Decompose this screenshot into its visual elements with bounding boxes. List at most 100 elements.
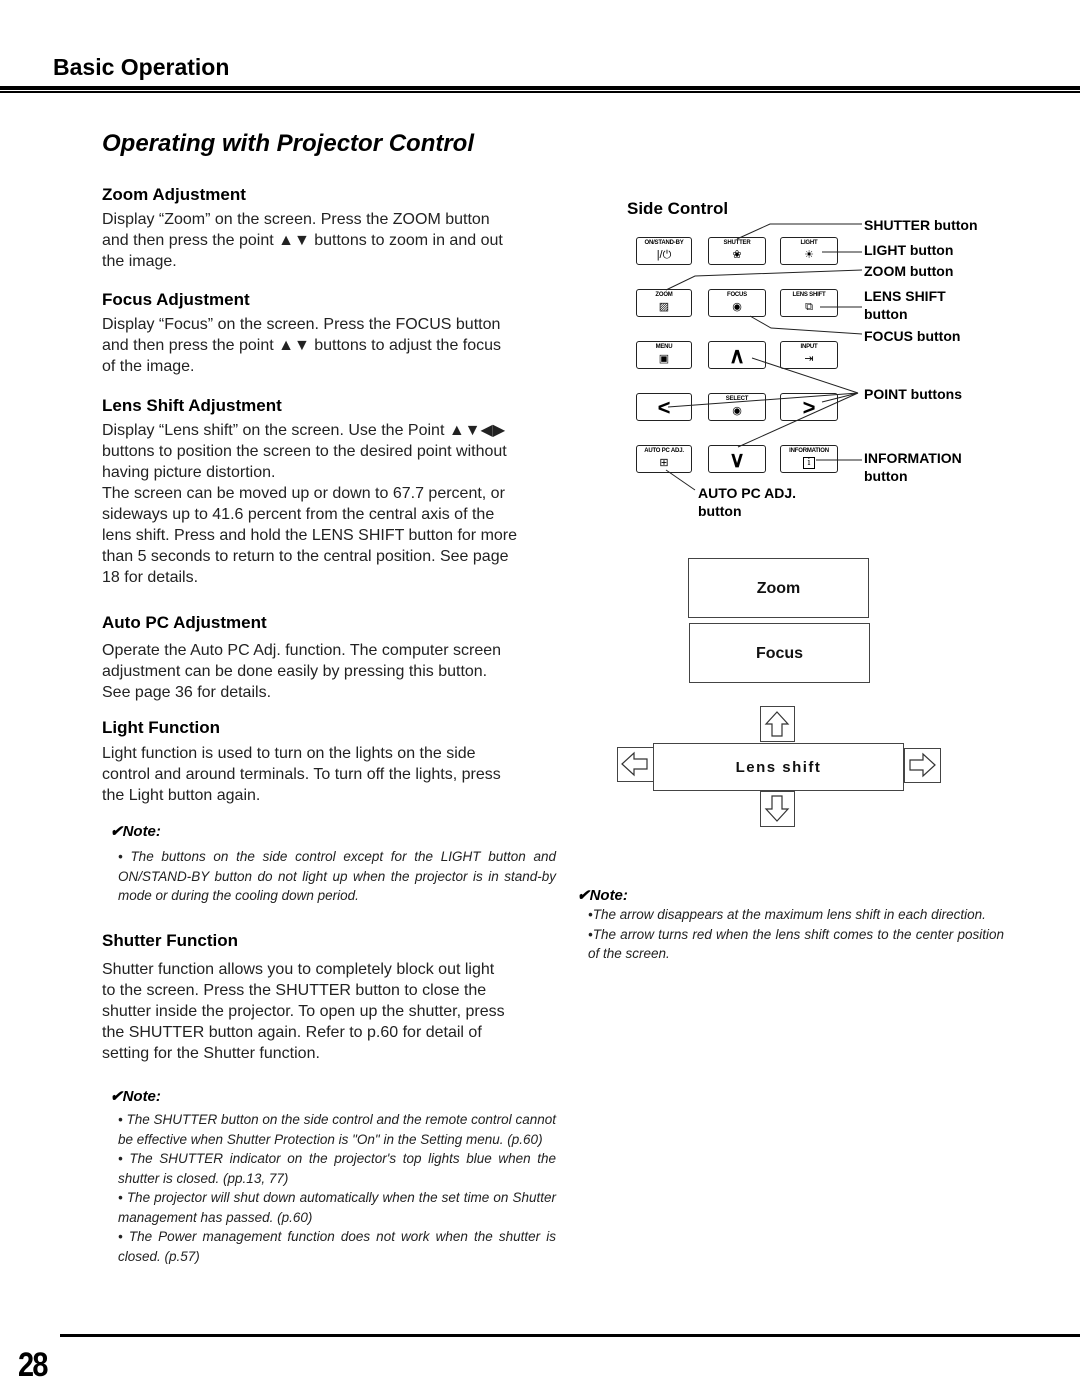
callout-lens-shift: LENS SHIFT button	[864, 287, 946, 323]
osd-arrow-down	[760, 791, 795, 827]
side-button-arrow-left[interactable]: <	[636, 393, 692, 421]
osd-arrow-up	[760, 706, 795, 742]
callout-information: INFORMATION button	[864, 449, 962, 485]
side-button-arrow-up[interactable]: ∧	[708, 341, 766, 369]
text-line: than 5 seconds to return to the central …	[102, 548, 509, 565]
side-button-arrow-down[interactable]: ∨	[708, 445, 766, 473]
auto-pc-icon: ⊞	[659, 457, 669, 469]
callout-light: LIGHT button	[864, 242, 954, 258]
side-control-title: Side Control	[627, 199, 729, 218]
auto-pc-adjustment-text: Operate the Auto PC Adj. function. The c…	[102, 640, 562, 703]
text-line: Display “Lens shift” on the screen. Use …	[102, 422, 506, 439]
side-button-focus[interactable]: FOCUS ◉	[708, 289, 766, 317]
button-label: LIGHT	[800, 240, 818, 246]
callout-point: POINT buttons	[864, 386, 962, 402]
focus-icon: ◉	[732, 301, 742, 313]
lens-shift-adjustment-text: Display “Lens shift” on the screen. Use …	[102, 420, 562, 588]
lens-shift-icon: ⧉	[805, 301, 813, 313]
page-heading: Operating with Projector Control	[102, 130, 475, 157]
side-button-information[interactable]: INFORMATION i	[780, 445, 838, 473]
side-button-zoom[interactable]: ZOOM ▨	[636, 289, 692, 317]
note-item: • The projector will shut down automatic…	[118, 1190, 556, 1225]
note-item: • The Power management function does not…	[118, 1229, 556, 1264]
text-line: Display “Zoom” on the screen. Press the …	[102, 211, 490, 228]
menu-icon: ▣	[658, 353, 670, 365]
side-button-arrow-right[interactable]: >	[780, 393, 838, 421]
side-button-lens-shift[interactable]: LENS SHIFT ⧉	[780, 289, 838, 317]
select-icon: ◉	[732, 405, 742, 417]
arrow-left-icon	[621, 751, 648, 777]
button-label: MENU	[655, 344, 673, 350]
text-line: to the screen. Press the SHUTTER button …	[102, 982, 487, 999]
side-button-on-stand-by[interactable]: ON/STAND-BY |/⏻	[636, 237, 692, 265]
callout-line: button	[698, 503, 742, 519]
osd-zoom-box: Zoom	[688, 558, 869, 618]
information-icon: i	[803, 457, 815, 469]
side-button-shutter[interactable]: SHUTTER ❀	[708, 237, 766, 265]
text-line: Light function is used to turn on the li…	[102, 745, 476, 762]
power-icon: |/⏻	[656, 249, 672, 261]
callout-line: AUTO PC ADJ.	[698, 485, 797, 501]
button-label: LENS SHIFT	[792, 292, 826, 298]
shutter-function-heading: Shutter Function	[102, 931, 238, 950]
button-label: ZOOM	[655, 292, 673, 298]
callout-line: LENS SHIFT	[864, 288, 946, 304]
light-note-list: • The buttons on the side control except…	[118, 847, 556, 906]
osd-arrow-right	[904, 748, 941, 783]
text-line: and then press the point ▲▼ buttons to z…	[102, 232, 503, 249]
side-button-light[interactable]: LIGHT ☀	[780, 237, 838, 265]
text-line: Operate the Auto PC Adj. function. The c…	[102, 642, 502, 659]
focus-adjustment-text: Display “Focus” on the screen. Press the…	[102, 314, 562, 377]
callout-shutter: SHUTTER button	[864, 217, 978, 233]
lens-shift-adjustment-heading: Lens Shift Adjustment	[102, 396, 282, 415]
side-button-menu[interactable]: MENU ▣	[636, 341, 692, 369]
right-note-list: •The arrow disappears at the maximum len…	[588, 905, 1004, 964]
arrow-down-icon	[764, 795, 790, 822]
callout-line: button	[864, 468, 908, 484]
text-line: shutter inside the projector. To open up…	[102, 1003, 505, 1020]
arrow-right-icon	[909, 752, 936, 778]
text-line: See page 36 for details.	[102, 684, 272, 701]
osd-lens-shift-box: Lens shift	[653, 743, 904, 791]
callout-line: INFORMATION	[864, 450, 962, 466]
note-item: •The arrow disappears at the maximum len…	[588, 907, 986, 922]
text-line: 18 for details.	[102, 569, 199, 586]
arrow-left-icon: <	[657, 395, 671, 420]
note-item: • The SHUTTER button on the side control…	[118, 1112, 556, 1147]
side-button-select[interactable]: SELECT ◉	[708, 393, 766, 421]
arrow-right-icon: >	[802, 395, 816, 420]
light-icon: ☀	[804, 249, 814, 261]
callout-zoom: ZOOM button	[864, 263, 954, 279]
light-function-text: Light function is used to turn on the li…	[102, 743, 562, 806]
text-line: the image.	[102, 253, 177, 270]
shutter-note-list: • The SHUTTER button on the side control…	[118, 1110, 556, 1266]
arrow-up-icon: ∧	[728, 343, 746, 368]
arrow-up-icon	[764, 711, 790, 737]
shutter-icon: ❀	[732, 249, 742, 261]
button-label: INPUT	[800, 344, 818, 350]
side-button-auto-pc-adj[interactable]: AUTO PC ADJ. ⊞	[636, 445, 692, 473]
auto-pc-adjustment-heading: Auto PC Adjustment	[102, 613, 267, 632]
text-line: and then press the point ▲▼ buttons to a…	[102, 337, 502, 354]
note-title: ✔Note:	[577, 887, 628, 904]
note-item: •The arrow turns red when the lens shift…	[588, 926, 1004, 962]
zoom-leader-line	[665, 269, 863, 291]
osd-arrow-left	[617, 747, 654, 782]
arrow-down-icon: ∨	[728, 447, 746, 472]
callout-auto-pc: AUTO PC ADJ. button	[698, 484, 796, 520]
callout-focus: FOCUS button	[864, 328, 961, 344]
light-function-heading: Light Function	[102, 718, 221, 737]
button-label: FOCUS	[726, 292, 747, 298]
zoom-adjustment-text: Display “Zoom” on the screen. Press the …	[102, 209, 562, 272]
header-rule-thick	[0, 86, 1080, 90]
focus-leader-line	[749, 315, 863, 335]
side-button-input[interactable]: INPUT ⇥	[780, 341, 838, 369]
text-line: setting for the Shutter function.	[102, 1045, 320, 1062]
text-line: sideways up to 41.6 percent from the cen…	[102, 506, 495, 523]
button-label: INFORMATION	[789, 448, 829, 454]
text-line: the Light button again.	[102, 787, 261, 804]
focus-adjustment-heading: Focus Adjustment	[102, 290, 250, 309]
text-line: adjustment can be done easily by pressin…	[102, 663, 488, 680]
page-number: 28	[18, 1346, 48, 1384]
text-line: having picture distortion.	[102, 464, 276, 481]
